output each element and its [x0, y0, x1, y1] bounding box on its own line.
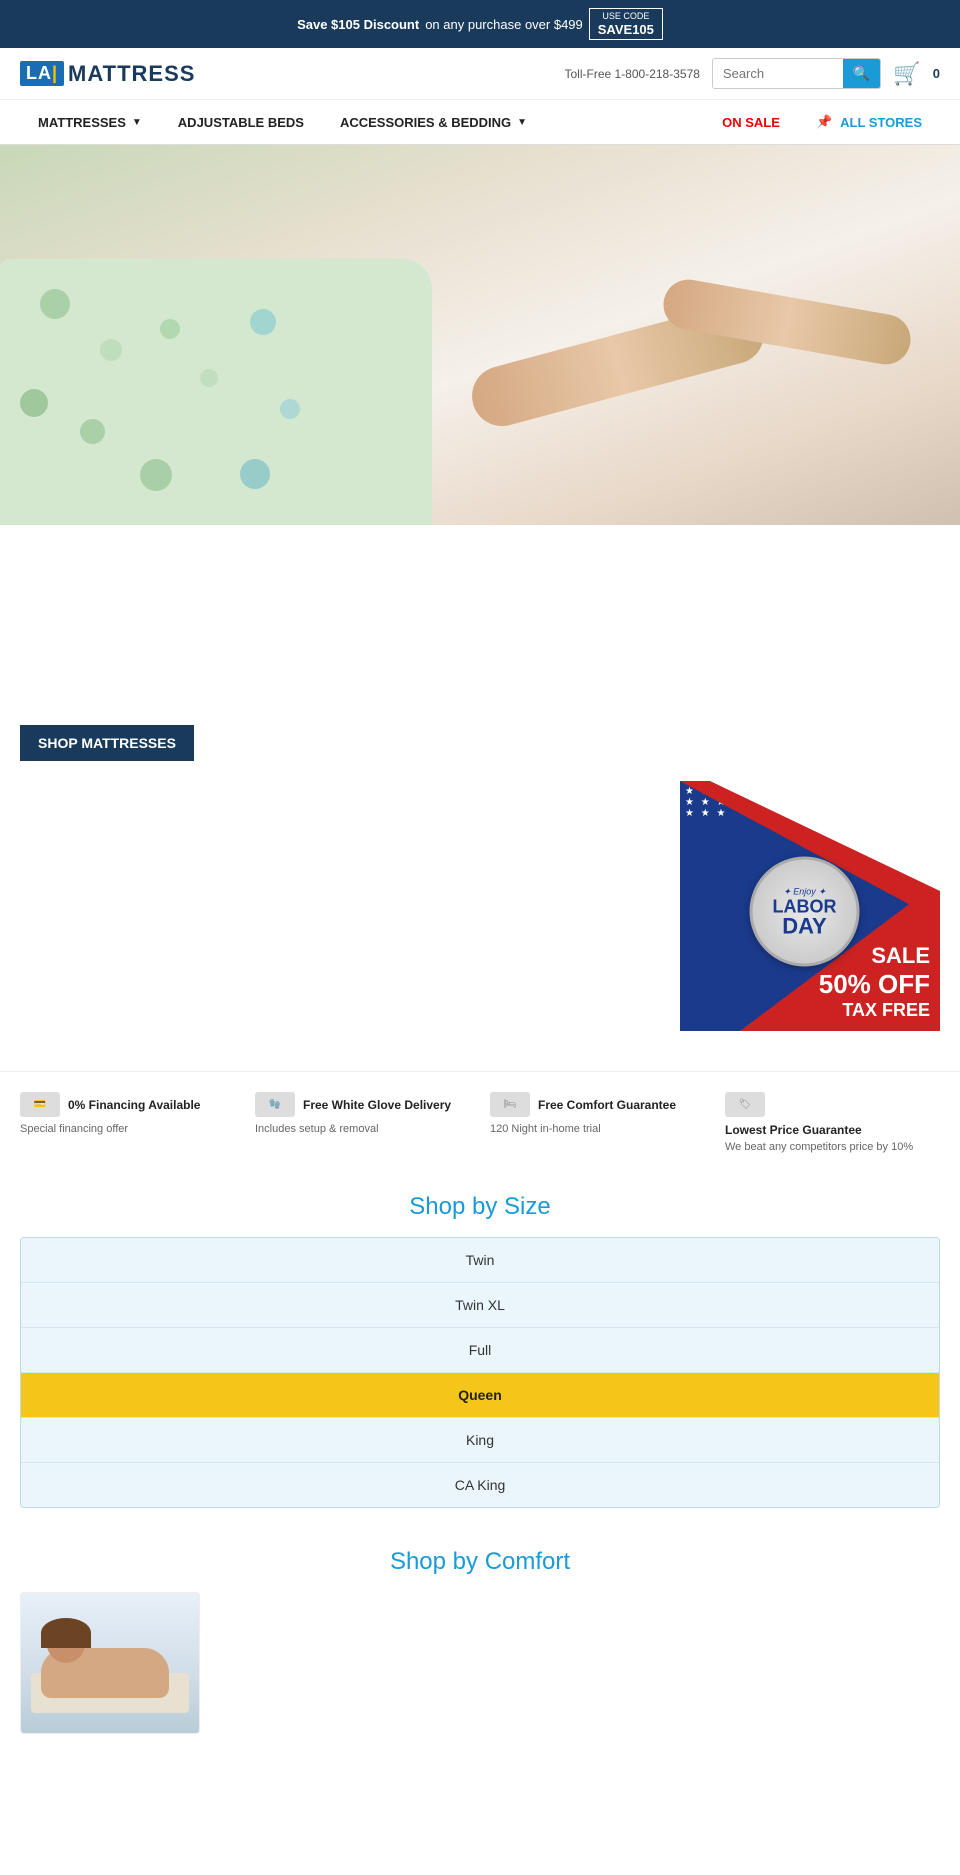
feature-price-icon-area: 🏷: [725, 1092, 765, 1117]
logo[interactable]: LA| MATTRESS: [20, 61, 195, 87]
top-banner: Save $105 Discount on any purchase over …: [0, 0, 960, 48]
sale-percent: 50% OFF: [819, 969, 930, 1000]
nav-accessories[interactable]: ACCESSORIES & BEDDING ▼: [322, 101, 545, 144]
chevron-down-icon: ▼: [132, 117, 142, 128]
size-queen[interactable]: Queen: [21, 1373, 939, 1418]
feature-delivery-title: Free White Glove Delivery: [303, 1098, 451, 1112]
price-icon: 🏷: [725, 1092, 765, 1117]
feature-delivery: 🧤 Free White Glove Delivery Includes set…: [255, 1092, 470, 1135]
main-nav: MATTRESSES ▼ ADJUSTABLE BEDS ACCESSORIES…: [0, 100, 960, 145]
feature-delivery-sub: Includes setup & removal: [255, 1123, 379, 1135]
feature-comfort-sub: 120 Night in-home trial: [490, 1123, 601, 1135]
sale-labor: LABOR: [773, 897, 837, 915]
use-code-label: USE CODE: [602, 11, 649, 22]
size-full[interactable]: Full: [21, 1328, 939, 1373]
banner-text: on any purchase over $499: [425, 17, 583, 32]
hero-image: [0, 145, 960, 525]
size-twin[interactable]: Twin: [21, 1238, 939, 1283]
chevron-down-icon-acc: ▼: [517, 117, 527, 128]
nav-mattresses[interactable]: MATTRESSES ▼: [20, 101, 160, 144]
sale-day: DAY: [782, 915, 826, 937]
use-code-box: USE CODE SAVE105: [589, 8, 663, 40]
cart-icon[interactable]: 🛒: [893, 61, 920, 87]
search-input[interactable]: [713, 61, 843, 86]
location-icon: 📌: [816, 114, 832, 130]
cart-count: 0: [933, 66, 940, 81]
feature-price-title: Lowest Price Guarantee: [725, 1123, 862, 1137]
shop-mattresses-button[interactable]: SHOP MATTRESSES: [20, 725, 194, 761]
feature-financing: 💳 0% Financing Available Special financi…: [20, 1092, 235, 1135]
feature-comfort: 🛏 Free Comfort Guarantee 120 Night in-ho…: [490, 1092, 705, 1135]
features-row: 💳 0% Financing Available Special financi…: [0, 1071, 960, 1173]
feature-price: 🏷 Lowest Price Guarantee We beat any com…: [725, 1092, 940, 1153]
comfort-grid: [20, 1592, 940, 1734]
comfort-image: [21, 1593, 199, 1733]
sale-tax-free: TAX FREE: [819, 1000, 930, 1021]
header-right: Toll-Free 1-800-218-3578 🔍 🛒 0: [205, 58, 940, 89]
logo-pipe: |: [52, 63, 58, 83]
shop-by-size-section: Shop by Size Twin Twin XL Full Queen Kin…: [0, 1173, 960, 1528]
sale-banner: ★ ★ ★★ ★ ★★ ★ ★ ✦ Enjoy ✦ LABOR DAY SALE…: [680, 781, 940, 1031]
toll-free: Toll-Free 1-800-218-3578: [565, 67, 700, 81]
nav-all-stores[interactable]: 📌 ALL STORES: [798, 100, 940, 144]
feature-price-sub: We beat any competitors price by 10%: [725, 1141, 913, 1153]
size-king[interactable]: King: [21, 1418, 939, 1463]
search-button[interactable]: 🔍: [843, 59, 880, 88]
shop-by-comfort-title: Shop by Comfort: [20, 1548, 940, 1576]
comfort-card-plush[interactable]: [20, 1592, 200, 1734]
sale-banner-container: ★ ★ ★★ ★ ★★ ★ ★ ✦ Enjoy ✦ LABOR DAY SALE…: [20, 781, 940, 1031]
hero-banner: [0, 145, 960, 525]
shop-by-comfort-section: Shop by Comfort: [0, 1528, 960, 1754]
nav-on-sale[interactable]: ON SALE: [704, 101, 798, 144]
nav-adjustable-beds[interactable]: ADJUSTABLE BEDS: [160, 101, 322, 144]
glove-icon: 🧤: [255, 1092, 295, 1117]
logo-la: LA: [26, 63, 52, 83]
credit-card-icon: 💳: [20, 1092, 60, 1117]
size-twin-xl[interactable]: Twin XL: [21, 1283, 939, 1328]
hero-blanket: [0, 259, 432, 525]
shop-section: SHOP MATTRESSES ★ ★ ★★ ★ ★★ ★ ★ ✦ Enjoy …: [0, 725, 960, 1071]
header: LA| MATTRESS Toll-Free 1-800-218-3578 🔍 …: [0, 48, 960, 100]
feature-delivery-icon-area: 🧤 Free White Glove Delivery: [255, 1092, 451, 1117]
logo-text: MATTRESS: [68, 61, 195, 87]
search-box[interactable]: 🔍: [712, 58, 881, 89]
sale-enjoy: ✦ Enjoy ✦: [783, 886, 826, 897]
feature-comfort-title: Free Comfort Guarantee: [538, 1098, 676, 1112]
feature-comfort-icon-area: 🛏 Free Comfort Guarantee: [490, 1092, 676, 1117]
feature-icon-area: 💳 0% Financing Available: [20, 1092, 200, 1117]
feature-financing-title: 0% Financing Available: [68, 1098, 200, 1112]
discount-amount: Save $105 Discount: [297, 17, 419, 32]
white-space-section: [0, 525, 960, 725]
comfort-icon: 🛏: [490, 1092, 530, 1117]
size-ca-king[interactable]: CA King: [21, 1463, 939, 1507]
promo-code: SAVE105: [598, 22, 654, 38]
feature-financing-sub: Special financing offer: [20, 1123, 128, 1135]
shop-by-size-title: Shop by Size: [20, 1193, 940, 1221]
sale-circle-badge: ✦ Enjoy ✦ LABOR DAY: [750, 857, 860, 967]
logo-badge: LA|: [20, 61, 64, 86]
size-table: Twin Twin XL Full Queen King CA King: [20, 1237, 940, 1508]
